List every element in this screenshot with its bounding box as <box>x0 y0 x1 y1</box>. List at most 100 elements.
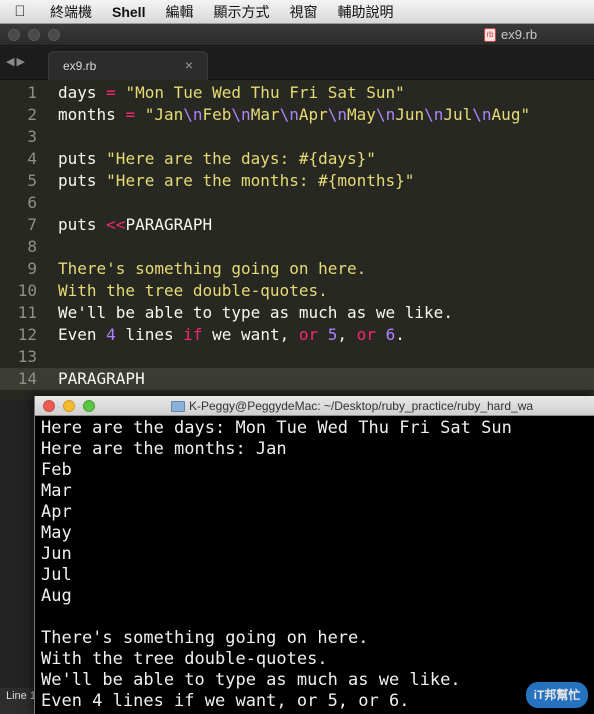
code-token: Jun <box>395 105 425 124</box>
terminal-zoom-button[interactable] <box>83 400 95 412</box>
terminal-line: Aug <box>41 586 72 606</box>
terminal-title-text: K-Peggy@PeggydeMac: ~/Desktop/ruby_pract… <box>189 399 534 413</box>
code-line[interactable]: 12 Even 4 lines if we want, or 5, or 6. <box>0 324 594 346</box>
code-text: PARAGRAPH <box>58 368 145 390</box>
terminal-output[interactable]: Here are the days: Mon Tue Wed Thu Fri S… <box>35 416 594 714</box>
terminal-title: K-Peggy@PeggydeMac: ~/Desktop/ruby_pract… <box>171 399 533 413</box>
code-token: Feb <box>202 105 232 124</box>
code-token: , <box>337 325 357 344</box>
code-token: \n <box>231 105 251 124</box>
code-token: "Here are the months: #{months}" <box>106 171 415 190</box>
code-token: \n <box>424 105 444 124</box>
code-editor[interactable]: 1 days = "Mon Tue Wed Thu Fri Sat Sun" 2 mo… <box>0 80 594 400</box>
tab-ex9-rb[interactable]: ex9.rb × <box>48 51 208 80</box>
terminal-titlebar: K-Peggy@PeggydeMac: ~/Desktop/ruby_pract… <box>35 396 594 416</box>
menu-window[interactable]: 視窗 <box>279 2 327 22</box>
line-number: 9 <box>27 259 37 278</box>
code-line[interactable]: 8 <box>0 236 594 258</box>
code-token: \n <box>183 105 203 124</box>
ruby-file-icon: rb <box>484 27 496 42</box>
terminal-line: Feb <box>41 460 72 480</box>
terminal-line: Even 4 lines if we want, or 5, or 6. <box>41 691 410 711</box>
code-token: "Here are the days: #{days}" <box>106 149 376 168</box>
code-line[interactable]: 5 puts "Here are the months: #{months}" <box>0 170 594 192</box>
code-line[interactable]: 3 <box>0 126 594 148</box>
close-window-button[interactable] <box>8 29 20 41</box>
code-line[interactable]: 1 days = "Mon Tue Wed Thu Fri Sat Sun" <box>0 82 594 104</box>
line-number: 13 <box>17 347 37 366</box>
code-token: = <box>125 105 136 124</box>
terminal-line: With the tree double-quotes. <box>41 649 328 669</box>
code-token: days <box>58 83 107 102</box>
terminal-close-button[interactable] <box>43 400 55 412</box>
close-tab-icon[interactable]: × <box>185 57 193 73</box>
code-token: There <box>58 259 107 278</box>
code-text: There's something going on here. <box>58 258 366 280</box>
code-token: With the tree double-quotes. <box>58 281 328 300</box>
tab-nav-arrows-icon[interactable]: ◀▶ <box>6 55 27 68</box>
code-token: or <box>356 325 376 344</box>
editor-titlebar: rb ex9.rb <box>0 24 594 46</box>
code-token: lines <box>115 325 184 344</box>
code-token: Mar <box>250 105 280 124</box>
line-number: 6 <box>27 193 37 212</box>
line-number: 4 <box>27 149 37 168</box>
menu-bar:  終端機 Shell 編輯 顯示方式 視窗 輔助說明 <box>0 0 594 24</box>
terminal-line: Here are the months: Jan <box>41 439 287 459</box>
code-text: Even 4 lines if we want, or 5, or 6. <box>58 324 405 346</box>
code-token: We <box>58 303 78 322</box>
code-token: puts <box>58 149 107 168</box>
code-token: << <box>106 215 126 234</box>
terminal-line: May <box>41 523 72 543</box>
watermark-logo: iT邦幫忙 <box>526 682 588 708</box>
line-number: 1 <box>27 83 37 102</box>
line-number: 7 <box>27 215 37 234</box>
line-number: 12 <box>17 325 37 344</box>
code-token: 's something going on here. <box>106 259 367 278</box>
menu-shell[interactable]: Shell <box>102 4 155 20</box>
code-token: puts <box>58 171 107 190</box>
code-line[interactable]: 7 puts <<PARAGRAPH <box>0 214 594 236</box>
code-line[interactable]: 2 months = "Jan\nFeb\nMar\nApr\nMay\nJun\… <box>0 104 594 126</box>
code-token: \n <box>327 105 348 124</box>
code-token: \n <box>472 105 492 124</box>
code-token: "Mon Tue Wed Thu Fri Sat Sun" <box>115 83 405 102</box>
menu-terminal[interactable]: 終端機 <box>40 2 102 22</box>
code-text: days = "Mon Tue Wed Thu Fri Sat Sun" <box>58 82 405 104</box>
code-line[interactable]: 6 <box>0 192 594 214</box>
apple-menu-icon[interactable]:  <box>0 3 40 20</box>
menu-help[interactable]: 輔助說明 <box>327 2 403 22</box>
code-token: PARAGRAPH <box>125 215 213 234</box>
code-line[interactable]: 10 With the tree double-quotes. <box>0 280 594 302</box>
terminal-window: K-Peggy@PeggydeMac: ~/Desktop/ruby_pract… <box>34 396 594 714</box>
code-token: \n <box>375 105 396 124</box>
code-token: puts <box>58 215 107 234</box>
code-token: "Jan <box>135 105 184 124</box>
code-text: months = "Jan\nFeb\nMar\nApr\nMay\nJun\n… <box>58 104 530 126</box>
editor-window-filename: ex9.rb <box>501 27 538 42</box>
code-line[interactable]: 9 There's something going on here. <box>0 258 594 280</box>
terminal-minimize-button[interactable] <box>63 400 75 412</box>
code-token: PARAGRAPH <box>58 369 145 388</box>
code-token: we want, <box>202 325 299 344</box>
code-token: if <box>183 325 203 344</box>
menu-edit[interactable]: 編輯 <box>155 2 203 22</box>
code-token: Apr <box>298 105 328 124</box>
line-number: 8 <box>27 237 37 256</box>
code-token: or <box>298 325 319 344</box>
line-number: 10 <box>17 281 37 300</box>
editor-tab-bar: ◀▶ ex9.rb × <box>0 47 594 80</box>
code-text: puts "Here are the days: #{days}" <box>58 148 376 170</box>
code-line[interactable]: 14 PARAGRAPH <box>0 368 594 390</box>
menu-view[interactable]: 顯示方式 <box>203 2 279 22</box>
code-token: months <box>58 105 126 124</box>
code-line[interactable]: 4 puts "Here are the days: #{days}" <box>0 148 594 170</box>
code-line[interactable]: 13 <box>0 346 594 368</box>
terminal-line: There's something going on here. <box>41 628 369 648</box>
minimize-window-button[interactable] <box>28 29 40 41</box>
zoom-window-button[interactable] <box>48 29 60 41</box>
code-line[interactable]: 11 We'll be able to type as much as we li… <box>0 302 594 324</box>
code-token: Aug" <box>491 105 531 124</box>
